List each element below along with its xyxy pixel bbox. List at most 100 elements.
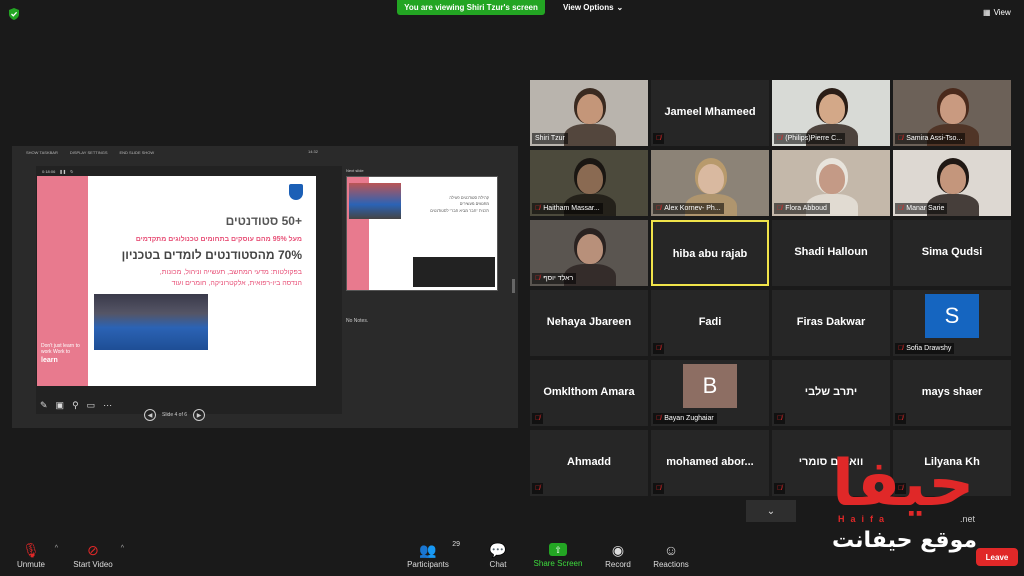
participant-tile[interactable]: Shiri Tzur bbox=[530, 80, 648, 146]
muted-microphone-icon: 🎙̸ bbox=[535, 205, 541, 212]
participant-label: 🎙̸ bbox=[653, 343, 665, 354]
reactions-button[interactable]: ☺ Reactions bbox=[652, 535, 690, 576]
chat-button[interactable]: 💬 Chat bbox=[486, 535, 510, 576]
slide-timer: 0:18:06 bbox=[42, 168, 56, 174]
video-options-chevron-icon[interactable]: ^ bbox=[121, 545, 124, 552]
participant-tile[interactable]: Shadi Halloun bbox=[772, 220, 890, 286]
participant-tile[interactable]: 🎙̸ Manar Sarie bbox=[893, 150, 1011, 216]
slide-line-3: 70% מהסטודנטים לומדים בטכניון bbox=[121, 248, 302, 262]
next-slide-icon[interactable]: ▶ bbox=[193, 409, 206, 421]
participant-tile[interactable]: 🎙̸ Samira Assi-Tso... bbox=[893, 80, 1011, 146]
participant-name: Shadi Halloun bbox=[794, 246, 868, 258]
participant-tile[interactable]: 🎙̸ (Philips)Pierre C... bbox=[772, 80, 890, 146]
view-button[interactable]: ▦ View bbox=[983, 4, 1011, 20]
participant-label-name: ראלד יוסף bbox=[543, 275, 574, 282]
record-button[interactable]: ◉ Record bbox=[603, 535, 633, 576]
participant-label-name: Bayan Zughaiar bbox=[664, 415, 714, 422]
security-shield-icon[interactable] bbox=[8, 7, 20, 20]
all-slides-icon[interactable]: ▣ bbox=[56, 400, 65, 411]
participant-tile[interactable]: Omklthom Amara 🎙̸ bbox=[530, 360, 648, 426]
pause-icon[interactable]: ❚❚ bbox=[59, 169, 66, 174]
participant-tile[interactable]: B 🎙̸ Bayan Zughaiar bbox=[651, 360, 769, 426]
current-slide: Don't just learn to work Work to learn +… bbox=[37, 176, 316, 386]
participant-label-name: Manar Sarie bbox=[906, 205, 945, 212]
participant-body bbox=[564, 124, 616, 146]
pen-icon[interactable]: ✎ bbox=[40, 400, 48, 411]
haifanet-watermark: حيفا Haifa .net موقع حيفانت bbox=[832, 452, 1022, 562]
participant-tile[interactable]: יתרב שלבי 🎙̸ bbox=[772, 360, 890, 426]
viewing-screen-banner: You are viewing Shiri Tzur's screen bbox=[397, 0, 545, 15]
reset-icon[interactable]: ↻ bbox=[70, 169, 73, 174]
participant-tile[interactable]: Nehaya Jbareen bbox=[530, 290, 648, 356]
slide-learn-small: Don't just learn to work Work to bbox=[41, 343, 80, 355]
participant-tile[interactable]: Sima Qudsi bbox=[893, 220, 1011, 286]
participant-label-name: Alex Kornev- Ph... bbox=[664, 205, 721, 212]
participant-face bbox=[577, 234, 603, 264]
audio-options-chevron-icon[interactable]: ^ bbox=[55, 545, 58, 552]
slide-timer-bar: 0:18:06 ❚❚ ↻ bbox=[36, 166, 342, 176]
participant-tile[interactable]: 🎙̸ Haitham Massar... bbox=[530, 150, 648, 216]
watermark-haifa: Haifa bbox=[838, 514, 891, 524]
participant-label: 🎙̸ Alex Kornev- Ph... bbox=[653, 203, 724, 214]
participant-label-name: Haitham Massar... bbox=[543, 205, 600, 212]
gallery-scroll-down-icon[interactable]: ⌄ bbox=[746, 500, 796, 522]
participant-tile[interactable]: mohamed abor... 🎙̸ bbox=[651, 430, 769, 496]
leave-button[interactable]: Leave bbox=[976, 548, 1018, 566]
avatar: B bbox=[683, 364, 737, 408]
participant-tile[interactable]: S 🎙̸ Sofia Drawshy bbox=[893, 290, 1011, 356]
participant-tile[interactable]: 🎙̸ Flora Abboud bbox=[772, 150, 890, 216]
slide-counter: Slide 4 of 6 bbox=[162, 412, 188, 418]
participant-name: mays shaer bbox=[921, 386, 983, 398]
participant-label: 🎙̸ Haitham Massar... bbox=[532, 203, 603, 214]
philips-logo-icon bbox=[289, 184, 303, 200]
display-settings-button[interactable]: DISPLAY SETTINGS bbox=[70, 150, 108, 155]
participant-label: 🎙̸ Manar Sarie bbox=[895, 203, 948, 214]
view-options-button[interactable]: View Options ⌄ bbox=[557, 0, 629, 15]
slide-line-4: בפקולטות: מדעי המחשב, תעשייה וניהול, מכו… bbox=[159, 269, 302, 276]
participant-tile[interactable]: Fadi 🎙̸ bbox=[651, 290, 769, 356]
previous-slide-icon[interactable]: ◀ bbox=[144, 409, 156, 421]
slide-line-1: +50 סטודנטים bbox=[225, 214, 302, 228]
participant-label: 🎙̸ Flora Abboud bbox=[774, 203, 830, 214]
grid-view-icon: ▦ bbox=[983, 7, 991, 17]
next-slide-preview[interactable]: קהילת סטודנטים פעילה מפגשים מעשירים תכני… bbox=[346, 176, 498, 291]
participant-tile[interactable]: Firas Dakwar bbox=[772, 290, 890, 356]
participant-tile[interactable]: Jameel Mhameed 🎙̸ bbox=[651, 80, 769, 146]
muted-microphone-icon: 🎙̸ bbox=[656, 415, 662, 422]
reactions-smiley-icon: ☺ bbox=[663, 541, 679, 558]
muted-microphone-icon: 🎙̸ bbox=[777, 415, 783, 422]
participant-label: 🎙̸ Sofia Drawshy bbox=[895, 343, 955, 354]
participant-label: Shiri Tzur bbox=[532, 133, 568, 144]
watermark-logo-text: حيفا bbox=[832, 447, 975, 521]
end-slide-show-button[interactable]: END SLIDE SHOW bbox=[120, 150, 155, 155]
participant-tile[interactable]: hiba abu rajab bbox=[651, 220, 769, 286]
participant-label: 🎙̸ bbox=[532, 413, 544, 424]
monitor-icon[interactable]: ▭ bbox=[87, 400, 96, 411]
more-options-icon[interactable]: ⋯ bbox=[103, 400, 112, 411]
participant-name: Fadi bbox=[698, 316, 722, 328]
participant-name: Firas Dakwar bbox=[796, 316, 866, 328]
participants-button[interactable]: 👥 Participants 29 bbox=[406, 535, 460, 576]
zoom-icon[interactable]: ⚲ bbox=[72, 400, 79, 411]
show-taskbar-button[interactable]: SHOW TASKBAR bbox=[26, 150, 58, 155]
participant-tile[interactable]: 🎙̸ ראלד יוסף bbox=[530, 220, 648, 286]
avatar: S bbox=[925, 294, 979, 338]
slide-group-photo bbox=[94, 294, 208, 350]
share-screen-button[interactable]: ⇧ Share Screen bbox=[533, 535, 583, 576]
next-slide-text: קהילת סטודנטים פעילה מפגשים מעשירים תכני… bbox=[407, 195, 489, 214]
panel-divider-handle[interactable] bbox=[512, 279, 515, 293]
muted-microphone-icon: 🎙̸ bbox=[777, 485, 783, 492]
speaker-notes: No Notes. bbox=[346, 318, 369, 324]
participant-name: יתרב שלבי bbox=[804, 386, 858, 398]
muted-microphone-icon: 🎙̸ bbox=[535, 415, 541, 422]
participant-tile[interactable]: mays shaer 🎙̸ bbox=[893, 360, 1011, 426]
shared-screen: SHOW TASKBAR DISPLAY SETTINGS END SLIDE … bbox=[12, 146, 518, 428]
participant-name: Jameel Mhameed bbox=[664, 106, 756, 118]
unmute-label: Unmute bbox=[16, 559, 45, 569]
participant-tile[interactable]: 🎙̸ Alex Kornev- Ph... bbox=[651, 150, 769, 216]
start-video-button[interactable]: ⊘ Start Video ^ bbox=[72, 535, 124, 576]
participant-name: Ahmadd bbox=[567, 456, 611, 468]
participant-face bbox=[577, 94, 603, 124]
unmute-button[interactable]: 🎙 Unmute ^ bbox=[14, 535, 58, 576]
participant-tile[interactable]: Ahmadd 🎙̸ bbox=[530, 430, 648, 496]
